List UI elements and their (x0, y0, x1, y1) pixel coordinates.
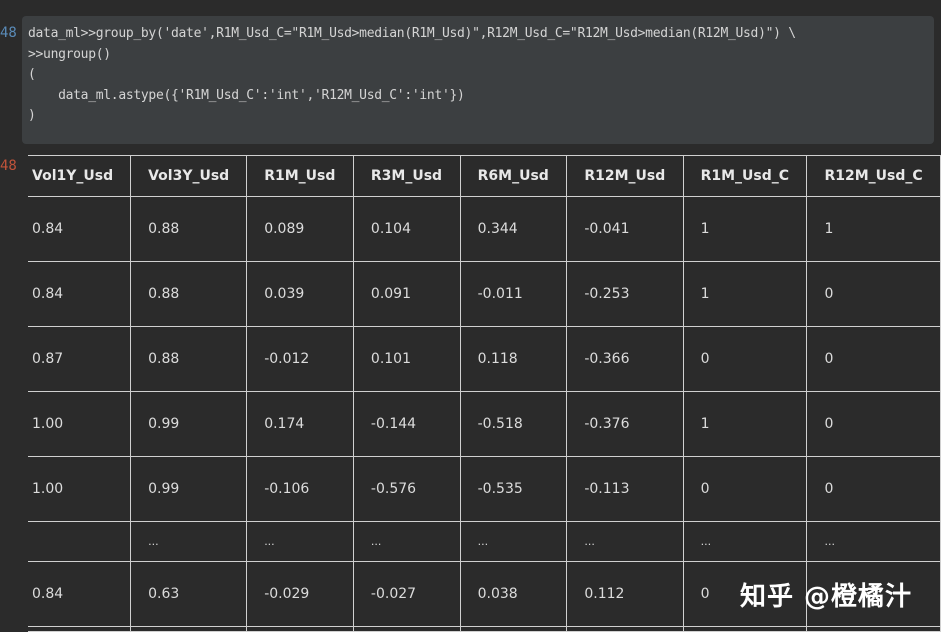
code-editor[interactable]: data_ml>>group_by('date',R1M_Usd_C="R1M_… (22, 16, 934, 135)
table-cell: ... (566, 521, 684, 562)
table-cell: 0.039 (246, 261, 354, 327)
table-cell (28, 521, 132, 562)
table-cell: ... (352, 521, 461, 562)
table-cell: 0 (806, 456, 941, 522)
table-cell: 0.63 (130, 561, 248, 627)
table-cell: -0.144 (352, 391, 461, 457)
input-prompt-number: 48 (0, 25, 17, 41)
table-cell (806, 626, 941, 632)
table-cell: 1.00 (28, 391, 132, 457)
table-cell: -0.027 (352, 561, 461, 627)
table-row: 0.84 0.88 0.089 0.104 0.344 -0.041 1 1 (28, 196, 941, 262)
table-cell: 0.104 (352, 196, 461, 262)
table-row: 0.84 0.88 0.039 0.091 -0.011 -0.253 1 0 (28, 261, 941, 327)
table-cell: -0.029 (246, 561, 354, 627)
column-header: R1M_Usd (246, 155, 354, 197)
table-cell: -0.518 (459, 391, 568, 457)
watermark: 知乎 @橙橘汁 (740, 582, 913, 612)
table-cell: 0.112 (566, 561, 684, 627)
code-line: >>ungroup() (28, 46, 111, 62)
table-cell: ... (682, 521, 808, 562)
table-row (28, 626, 941, 632)
table-cell: 0.88 (130, 196, 248, 262)
table-cell: ... (459, 521, 568, 562)
table-cell (246, 626, 354, 632)
table-cell: -0.011 (459, 261, 568, 327)
table-row: 0.87 0.88 -0.012 0.101 0.118 -0.366 0 0 (28, 326, 941, 392)
column-header: R3M_Usd (352, 155, 461, 197)
table-row: 1.00 0.99 -0.106 -0.576 -0.535 -0.113 0 0 (28, 456, 941, 522)
table-cell: 0 (682, 326, 808, 392)
table-cell: 0 (806, 326, 941, 392)
table-cell: ... (246, 521, 354, 562)
table-header-row: Vol1Y_Usd Vol3Y_Usd R1M_Usd R3M_Usd R6M_Usd R… (28, 155, 941, 197)
code-line: data_ml.astype({'R1M_Usd_C':'int','R12M_… (28, 87, 465, 103)
table-cell (459, 626, 568, 632)
code-line: ) (28, 108, 36, 123)
table-cell: -0.376 (566, 391, 684, 457)
code-cell[interactable]: data_ml>>group_by('date',R1M_Usd_C="R1M_… (22, 16, 934, 144)
table-cell: -0.106 (246, 456, 354, 522)
table-cell: 1 (806, 196, 941, 262)
table-cell: 0.87 (28, 326, 132, 392)
table-cell: -0.253 (566, 261, 684, 327)
table-cell (28, 626, 132, 632)
table-cell: 0.118 (459, 326, 568, 392)
table-cell: -0.535 (459, 456, 568, 522)
table-cell: -0.576 (352, 456, 461, 522)
table-row: ..................... (28, 521, 941, 562)
table-row: 1.00 0.99 0.174 -0.144 -0.518 -0.376 1 0 (28, 391, 941, 457)
column-header: R12M_Usd (566, 155, 684, 197)
table-cell: 1 (682, 196, 808, 262)
table-cell: -0.041 (566, 196, 684, 262)
table-cell: 0.091 (352, 261, 461, 327)
table-cell: -0.366 (566, 326, 684, 392)
table-cell: 0.84 (28, 261, 132, 327)
table-cell: 0.038 (459, 561, 568, 627)
table-cell: 1 (682, 261, 808, 327)
table-cell: 0.174 (246, 391, 354, 457)
table-cell: 1 (682, 391, 808, 457)
table-cell: 0 (806, 261, 941, 327)
table-cell: ... (806, 521, 941, 562)
table-cell: 0.88 (130, 261, 248, 327)
table-cell: 0.88 (130, 326, 248, 392)
column-header: Vol3Y_Usd (130, 155, 248, 197)
column-header: R6M_Usd (459, 155, 568, 197)
table-cell: 0.101 (352, 326, 461, 392)
table-cell: ... (130, 521, 248, 562)
table-cell: 0.344 (459, 196, 568, 262)
table-cell: 0 (806, 391, 941, 457)
table-cell: 0.84 (28, 561, 132, 627)
table-cell: 0.99 (130, 391, 248, 457)
table-cell (566, 626, 684, 632)
output-prompt-number: 48 (0, 158, 17, 174)
table-cell: -0.113 (566, 456, 684, 522)
table-cell: 1.00 (28, 456, 132, 522)
table-cell: 0.99 (130, 456, 248, 522)
column-header: Vol1Y_Usd (28, 155, 132, 197)
code-line: data_ml>>group_by('date',R1M_Usd_C="R1M_… (28, 26, 796, 41)
table-cell (352, 626, 461, 632)
table-cell: -0.012 (246, 326, 354, 392)
code-line: ( (28, 67, 36, 82)
table-cell (130, 626, 248, 632)
column-header: R1M_Usd_C (682, 155, 808, 197)
table-cell (682, 626, 808, 632)
column-header: R12M_Usd_C (806, 155, 941, 197)
table-cell: 0 (682, 456, 808, 522)
table-cell: 0.84 (28, 196, 132, 262)
table-cell: 0.089 (246, 196, 354, 262)
